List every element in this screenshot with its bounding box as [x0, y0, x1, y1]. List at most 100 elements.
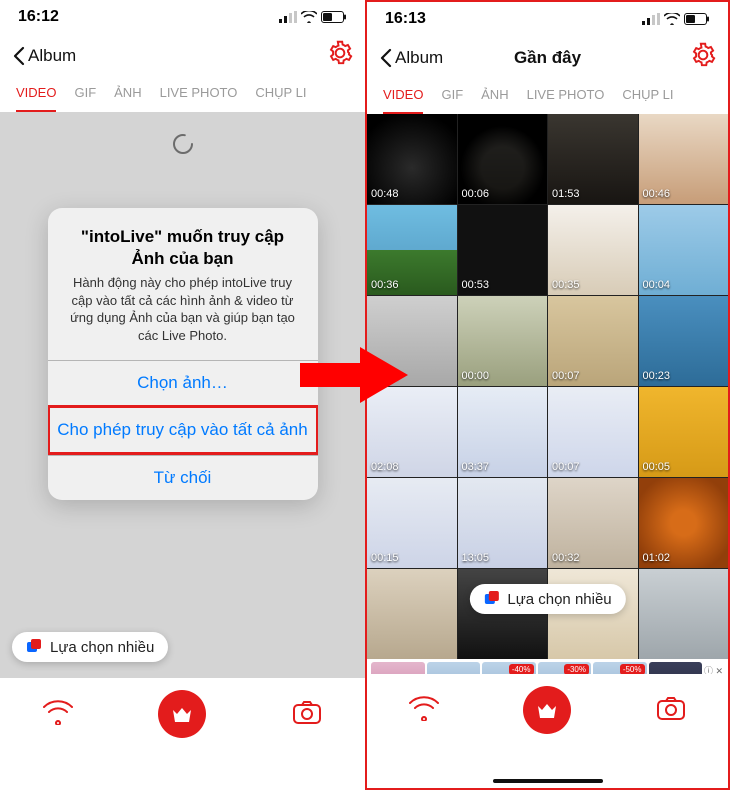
gear-icon [327, 40, 353, 66]
ad-row[interactable]: -40% -30% -50% ⓘ ✕ [367, 659, 728, 674]
video-thumbnail[interactable]: 00:23 [639, 296, 729, 386]
video-thumbnail[interactable]: 00:32 [548, 478, 638, 568]
page-title: Gần đây [514, 48, 581, 68]
modal-deny[interactable]: Từ chối [48, 455, 318, 500]
ad-thumb[interactable] [371, 662, 425, 674]
video-thumbnail[interactable] [639, 569, 729, 659]
video-thumbnail[interactable]: 00:46 [639, 114, 729, 204]
video-thumbnail[interactable] [458, 569, 548, 659]
ad-thumb[interactable] [427, 662, 481, 674]
premium-button[interactable] [523, 686, 571, 734]
ad-meta: ⓘ ✕ [704, 662, 724, 674]
back-label: Album [28, 46, 76, 66]
duration-label: 00:36 [371, 279, 399, 291]
video-thumbnail[interactable]: 01:02 [639, 478, 729, 568]
video-thumbnail[interactable]: 00:35 [548, 205, 638, 295]
status-time: 16:13 [385, 10, 426, 28]
home-indicator[interactable] [493, 779, 603, 783]
duration-label: 13:05 [462, 552, 490, 564]
nav-bar: Album [0, 30, 365, 77]
duration-label: 00:07 [552, 461, 580, 473]
video-thumbnail[interactable]: 00:07 [548, 387, 638, 477]
video-thumbnail[interactable]: 00:15 [367, 478, 457, 568]
video-thumbnail[interactable]: 00:00 [458, 296, 548, 386]
video-thumbnail[interactable] [367, 569, 457, 659]
battery-icon [684, 13, 710, 25]
phone-screen-right: 16:13 Album Gần đây VIDEO GIF ẢNH LIVE PHOT… [365, 0, 730, 790]
tab-video[interactable]: VIDEO [16, 85, 56, 112]
signal-icon [279, 11, 297, 23]
chevron-left-icon [12, 46, 26, 66]
tab-live-photo[interactable]: LIVE PHOTO [160, 85, 238, 112]
gear-icon [690, 42, 716, 68]
duration-label: 00:32 [552, 552, 580, 564]
duration-label: 00:46 [643, 188, 671, 200]
settings-button[interactable] [690, 42, 716, 73]
duration-label: 00:15 [371, 552, 399, 564]
duration-label: 00:35 [552, 279, 580, 291]
camera-icon [656, 695, 686, 721]
status-bar: 16:12 [0, 0, 365, 30]
video-thumbnail[interactable] [548, 569, 638, 659]
video-thumbnail[interactable]: 00:07 [548, 296, 638, 386]
signal-icon [642, 13, 660, 25]
tab-gif[interactable]: GIF [441, 87, 463, 114]
tab-strip: VIDEO GIF ẢNH LIVE PHOTO CHỤP LI [367, 79, 728, 114]
video-thumbnail[interactable]: 00:04 [639, 205, 729, 295]
tab-video[interactable]: VIDEO [383, 87, 423, 114]
modal-allow-all[interactable]: Cho phép truy cập vào tất cả ảnh [48, 405, 318, 455]
discount-badge: -40% [509, 664, 534, 674]
duration-label: 00:07 [552, 370, 580, 382]
settings-button[interactable] [327, 40, 353, 71]
back-button[interactable]: Album [12, 46, 76, 66]
wifi-action[interactable] [43, 699, 73, 730]
duration-label: 02:08 [371, 461, 399, 473]
ad-info-icon[interactable]: ⓘ ✕ [704, 664, 724, 674]
ad-thumb[interactable]: -50% [593, 662, 647, 674]
video-thumbnail[interactable]: 13:05 [458, 478, 548, 568]
wifi-icon [664, 13, 680, 25]
duration-label: 00:05 [643, 461, 671, 473]
chip-label: Lựa chọn nhiều [507, 591, 611, 608]
video-thumbnail[interactable]: 01:53 [548, 114, 638, 204]
video-thumbnail[interactable]: 00:36 [367, 205, 457, 295]
discount-badge: -30% [564, 664, 589, 674]
video-thumbnail[interactable]: 00:06 [458, 114, 548, 204]
multi-select-chip[interactable]: Lựa chọn nhiều [469, 584, 625, 614]
premium-button[interactable] [158, 690, 206, 738]
tab-gif[interactable]: GIF [74, 85, 96, 112]
tab-strip: VIDEO GIF ẢNH LIVE PHOTO CHỤP LI [0, 77, 365, 112]
bottom-toolbar [367, 674, 728, 746]
video-thumbnail[interactable]: 00:53 [458, 205, 548, 295]
loading-spinner [171, 132, 195, 161]
video-thumbnail[interactable]: 00:05 [639, 387, 729, 477]
duration-label: 00:04 [643, 279, 671, 291]
tab-chụp-li[interactable]: CHỤP LI [622, 87, 673, 114]
modal-description: Hành động này cho phép intoLive truy cập… [66, 274, 300, 344]
video-thumbnail[interactable]: 00:48 [367, 114, 457, 204]
tab-chụp-li[interactable]: CHỤP LI [255, 85, 306, 112]
ad-thumb[interactable] [649, 662, 703, 674]
duration-label: 03:37 [462, 461, 490, 473]
modal-choose-photos[interactable]: Chọn ảnh… [48, 360, 318, 405]
camera-icon [292, 699, 322, 725]
duration-label: 00:23 [643, 370, 671, 382]
video-thumbnail[interactable]: 03:37 [458, 387, 548, 477]
back-label: Album [395, 48, 443, 68]
tab-ảnh[interactable]: ẢNH [114, 85, 141, 112]
camera-action[interactable] [656, 695, 686, 726]
multi-select-chip[interactable]: Lựa chọn nhiều [12, 632, 168, 662]
status-indicators [279, 11, 347, 23]
multiselect-icon [26, 638, 44, 656]
back-button[interactable]: Album [379, 48, 443, 68]
tab-ảnh[interactable]: ẢNH [481, 87, 508, 114]
wifi-action[interactable] [409, 695, 439, 726]
camera-action[interactable] [292, 699, 322, 730]
media-grid-wrapper: 00:4800:0601:53 00:46 00:36 00:53 00:35 00:04… [367, 114, 728, 674]
bottom-toolbar [0, 678, 365, 750]
nav-bar: Album Gần đây [367, 32, 728, 79]
ad-thumb[interactable]: -40% [482, 662, 536, 674]
modal-title: "intoLive" muốn truy cập Ảnh của bạn [66, 226, 300, 270]
tab-live-photo[interactable]: LIVE PHOTO [527, 87, 605, 114]
ad-thumb[interactable]: -30% [538, 662, 592, 674]
